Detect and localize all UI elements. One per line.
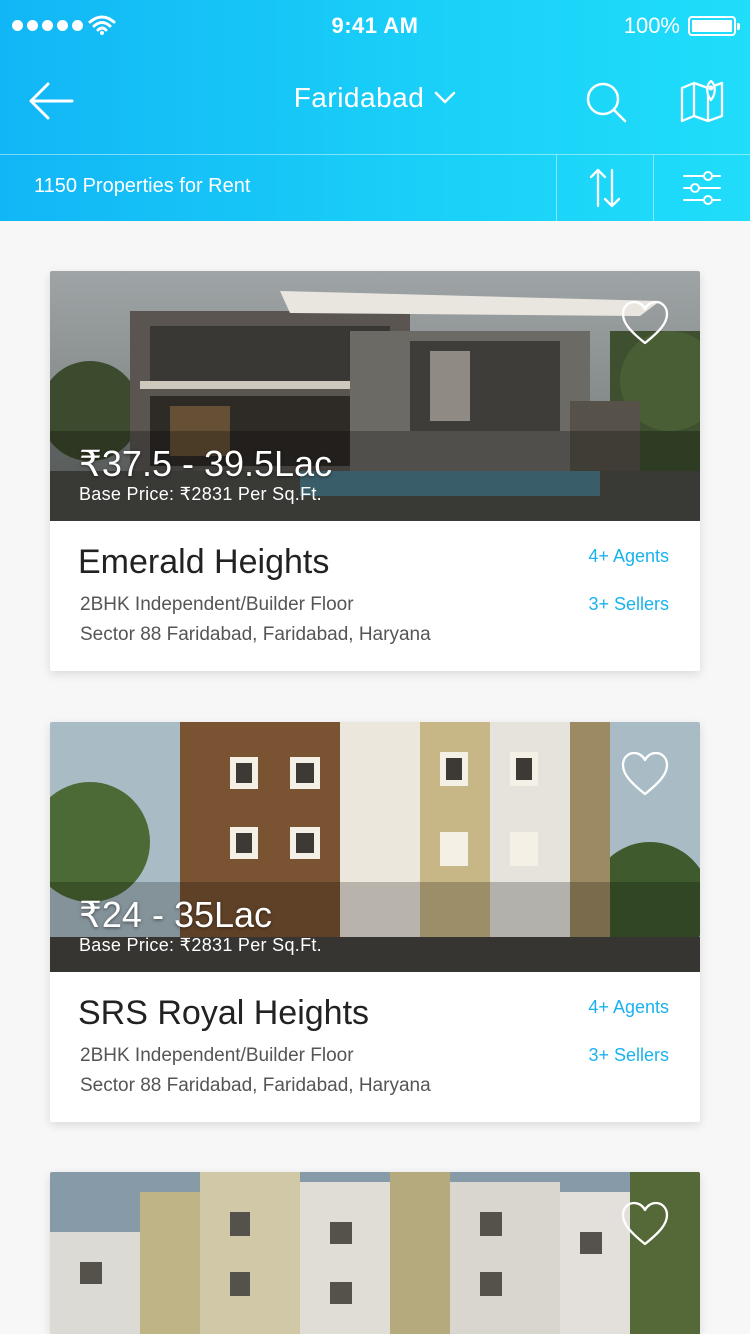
- property-photo: [50, 1172, 700, 1334]
- property-card[interactable]: ₹24 - 35Lac Base Price: ₹2831 Per Sq.Ft.…: [50, 722, 700, 1122]
- property-address: Sector 88 Faridabad, Faridabad, Haryana: [80, 1075, 431, 1096]
- battery-percent: 100%: [623, 13, 680, 38]
- price-range: ₹37.5 - 39.5Lac: [79, 443, 333, 484]
- map-pin-icon[interactable]: [678, 76, 728, 126]
- property-name: Emerald Heights: [78, 543, 330, 581]
- property-address: Sector 88 Faridabad, Faridabad, Haryana: [80, 624, 431, 645]
- property-photo: ₹24 - 35Lac Base Price: ₹2831 Per Sq.Ft.: [50, 722, 700, 972]
- chevron-down-icon: [435, 91, 456, 104]
- app-header: 9:41 AM 100% Faridabad 1150 Properties f…: [0, 0, 750, 221]
- property-type: 2BHK Independent/Builder Floor: [80, 1045, 354, 1066]
- property-info: Emerald Heights 2BHK Independent/Builder…: [50, 521, 700, 671]
- nav-bar: Faridabad: [0, 54, 750, 154]
- property-info: SRS Royal Heights 2BHK Independent/Build…: [50, 972, 700, 1122]
- filter-button[interactable]: [653, 155, 750, 221]
- price-range: ₹24 - 35Lac: [79, 894, 273, 935]
- property-card[interactable]: ₹37.5 - 39.5Lac Base Price: ₹2831 Per Sq…: [50, 271, 700, 671]
- battery-icon: [688, 16, 740, 36]
- search-icon[interactable]: [582, 78, 630, 126]
- heart-icon[interactable]: [620, 1200, 670, 1248]
- heart-icon[interactable]: [620, 750, 670, 798]
- results-bar: 1150 Properties for Rent: [0, 154, 750, 221]
- property-card[interactable]: [50, 1172, 700, 1334]
- base-price: Base Price: ₹2831 Per Sq.Ft.: [79, 935, 322, 955]
- sellers-link[interactable]: 3+ Sellers: [588, 1045, 669, 1066]
- sort-button[interactable]: [556, 155, 653, 221]
- property-type: 2BHK Independent/Builder Floor: [80, 594, 354, 615]
- agents-link[interactable]: 4+ Agents: [588, 546, 669, 567]
- city-label: Faridabad: [293, 82, 425, 113]
- sellers-link[interactable]: 3+ Sellers: [588, 594, 669, 615]
- property-name: SRS Royal Heights: [78, 994, 370, 1032]
- city-selector[interactable]: Faridabad: [0, 82, 750, 114]
- property-photo-illustration: [50, 1172, 700, 1334]
- sort-icon: [589, 168, 621, 208]
- status-bar: 9:41 AM 100%: [0, 0, 750, 54]
- property-photo: ₹37.5 - 39.5Lac Base Price: ₹2831 Per Sq…: [50, 271, 700, 521]
- filter-icon: [683, 171, 721, 205]
- heart-icon[interactable]: [620, 299, 670, 347]
- results-count: 1150 Properties for Rent: [34, 175, 251, 197]
- base-price: Base Price: ₹2831 Per Sq.Ft.: [79, 484, 322, 504]
- agents-link[interactable]: 4+ Agents: [588, 997, 669, 1018]
